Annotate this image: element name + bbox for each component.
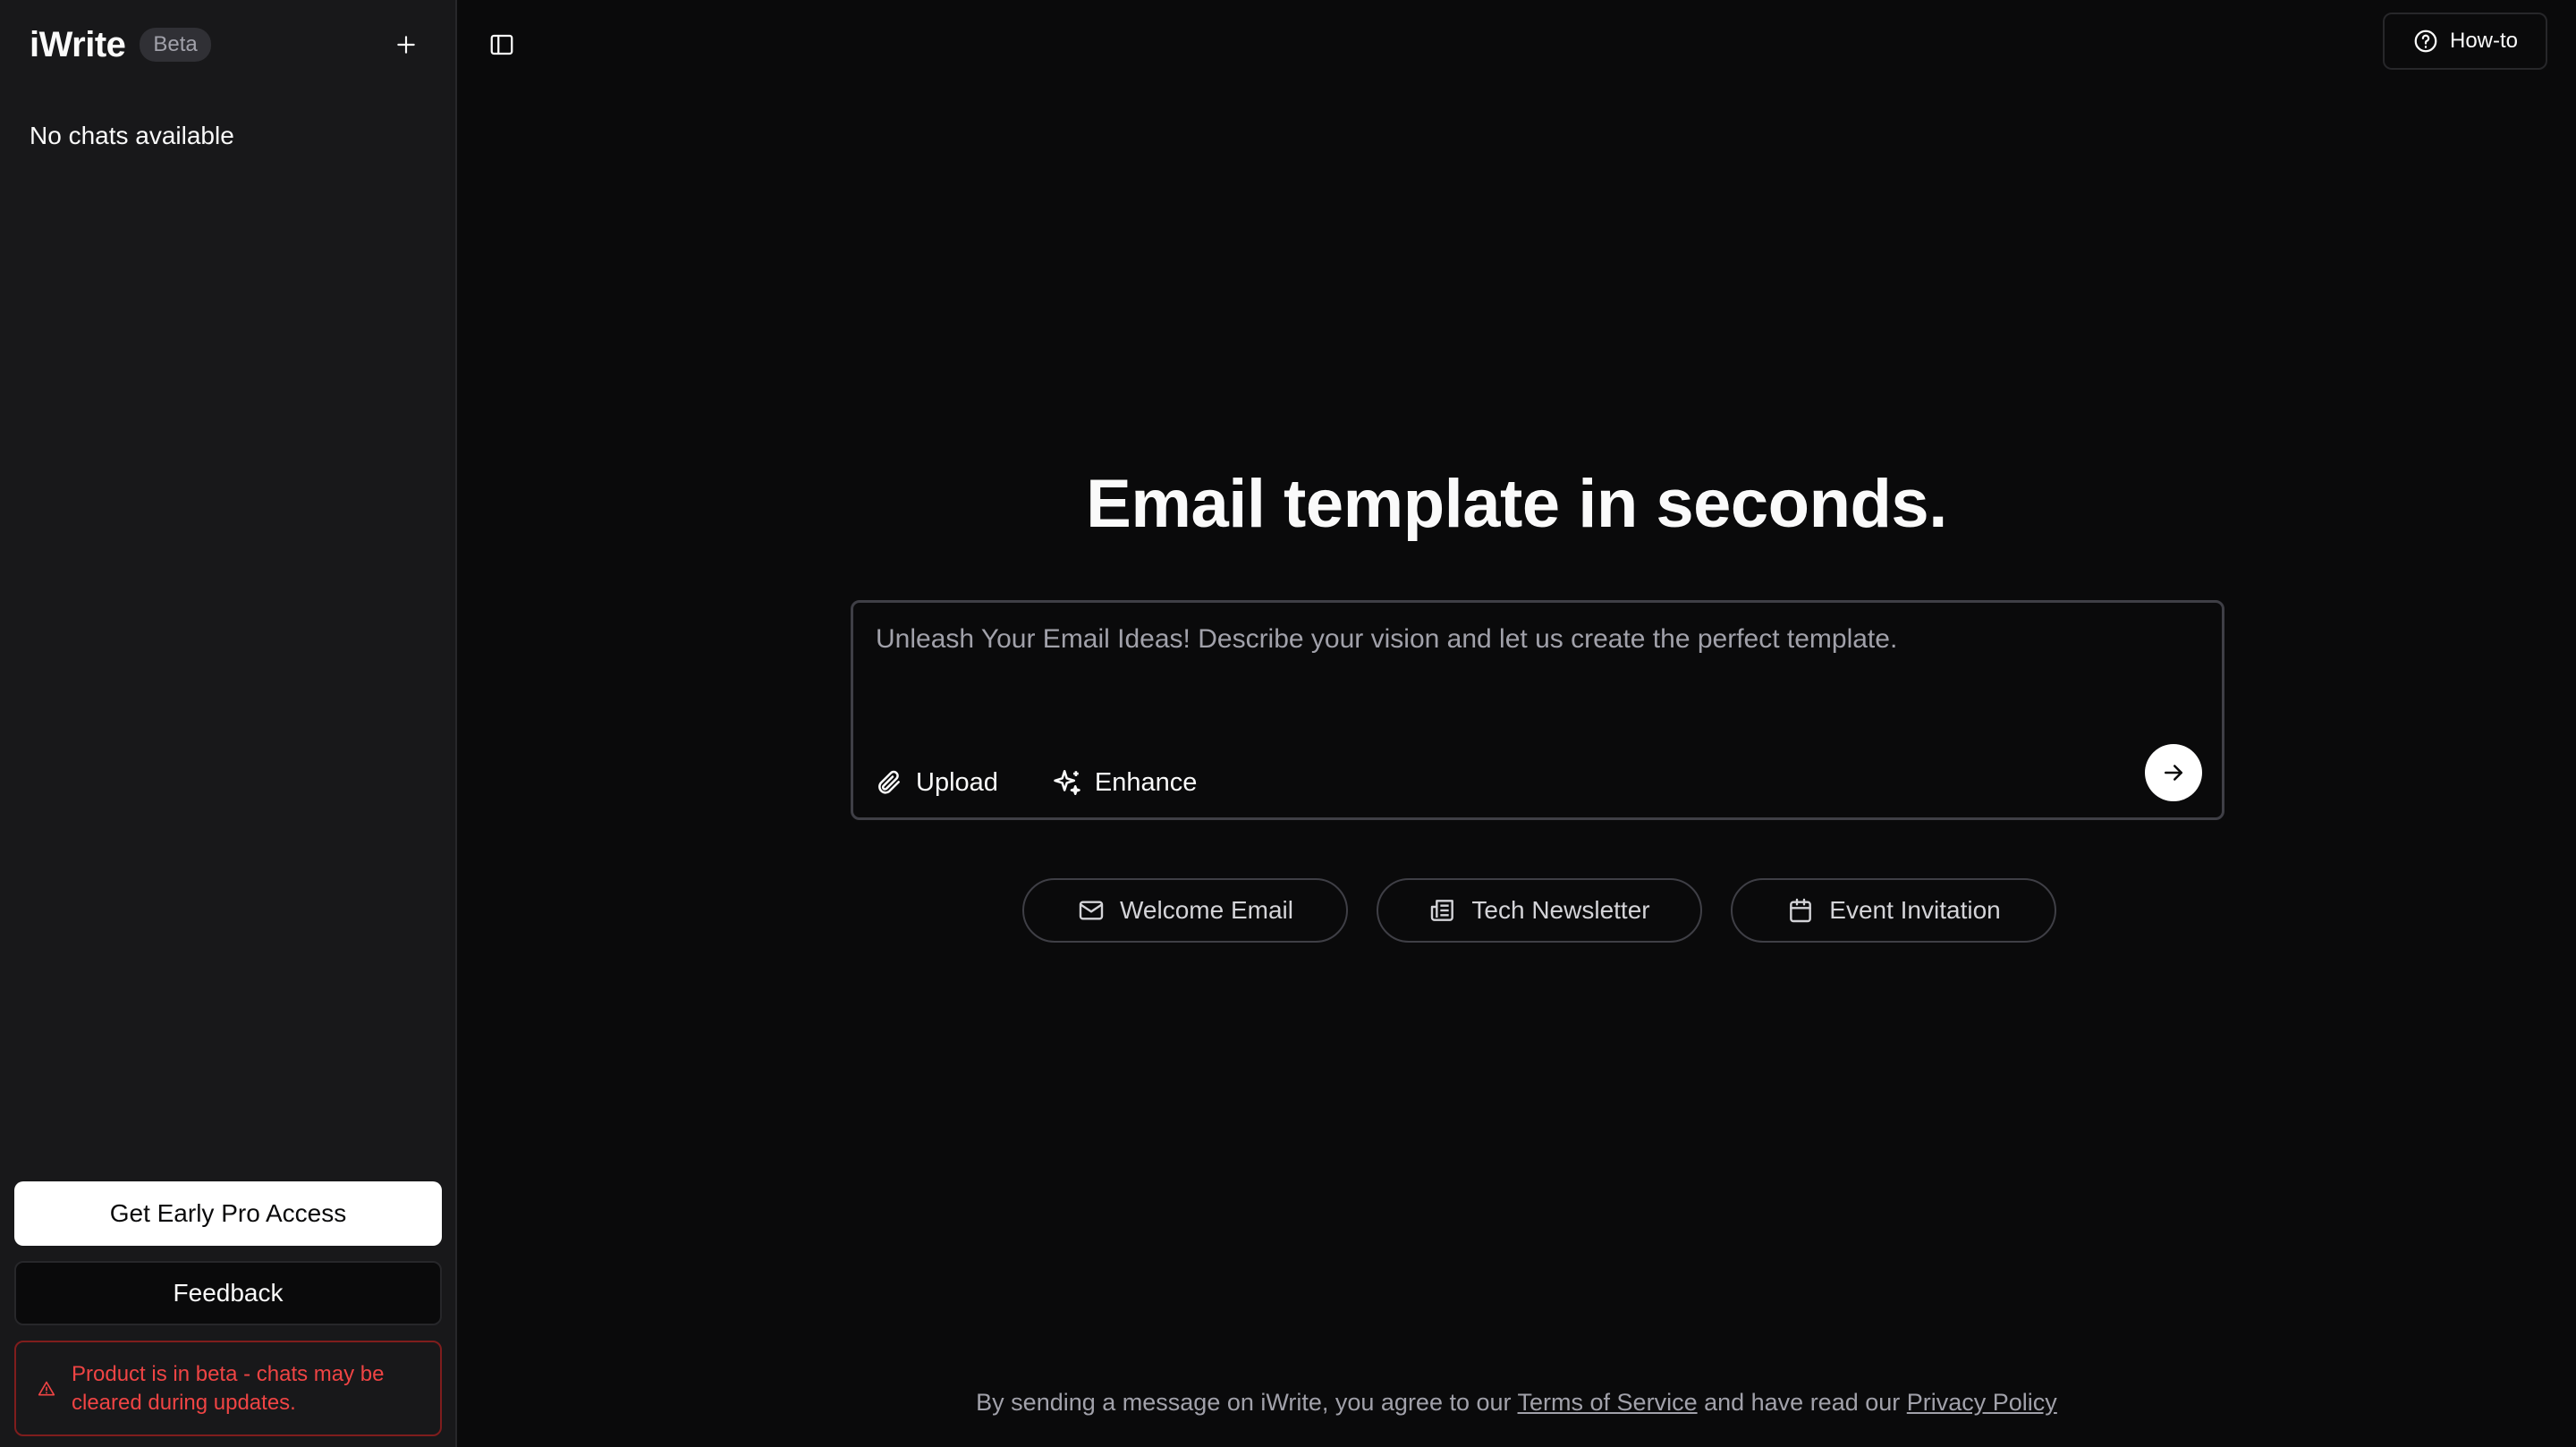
get-pro-access-button[interactable]: Get Early Pro Access xyxy=(14,1181,442,1246)
suggestion-tech-newsletter[interactable]: Tech Newsletter xyxy=(1377,878,1702,943)
how-to-label: How-to xyxy=(2449,29,2519,53)
suggestion-welcome-email[interactable]: Welcome Email xyxy=(1022,878,1348,943)
beta-warning-line-1: Product is in beta - chats may be xyxy=(72,1361,385,1386)
privacy-policy-link[interactable]: Privacy Policy xyxy=(1907,1389,2057,1416)
terms-of-service-link[interactable]: Terms of Service xyxy=(1518,1389,1698,1416)
sidebar: iWrite Beta No chats available Get Early… xyxy=(0,0,457,1447)
how-to-button[interactable]: How-to xyxy=(2383,13,2547,70)
paperclip-icon xyxy=(878,770,900,794)
beta-warning-line-2: cleared during updates. xyxy=(72,1390,296,1415)
beta-badge: Beta xyxy=(140,28,211,62)
prompt-composer: Upload Enhance xyxy=(851,600,2224,820)
terms-text-middle: and have read our xyxy=(1697,1389,1907,1416)
sparkles-icon xyxy=(1054,769,1080,796)
terms-text-before: By sending a message on iWrite, you agre… xyxy=(976,1389,1518,1416)
main-content: How-to Email template in seconds. Upload xyxy=(457,0,2576,1447)
brand-logo: iWrite xyxy=(30,24,126,64)
empty-chats-message: No chats available xyxy=(30,122,234,149)
newspaper-icon xyxy=(1431,900,1454,921)
arrow-right-icon xyxy=(2165,765,2182,781)
send-button[interactable] xyxy=(2145,744,2202,801)
sidebar-panel-icon xyxy=(490,34,513,55)
suggestion-label: Welcome Email xyxy=(1120,896,1293,924)
upload-button[interactable]: Upload xyxy=(875,767,998,798)
app-root: iWrite Beta No chats available Get Early… xyxy=(0,0,2576,1447)
calendar-icon xyxy=(1790,898,1812,923)
suggestion-label: Tech Newsletter xyxy=(1471,896,1650,924)
help-circle-icon xyxy=(2414,30,2437,53)
enhance-label: Enhance xyxy=(1094,767,1198,797)
composer-toolbar: Upload Enhance xyxy=(875,767,1197,798)
suggestion-chips: Welcome Email Tech Newsletter Event Invi… xyxy=(1022,878,2056,943)
suggestion-event-invitation[interactable]: Event Invitation xyxy=(1731,878,2056,943)
terms-notice: By sending a message on iWrite, you agre… xyxy=(457,1389,2576,1417)
plus-icon xyxy=(397,36,415,54)
sidebar-header: iWrite Beta xyxy=(30,23,426,66)
page-title: Email template in seconds. xyxy=(1086,466,1947,542)
beta-warning-banner: Product is in beta - chats may be cleare… xyxy=(14,1341,442,1436)
toggle-sidebar-button[interactable] xyxy=(484,27,520,63)
suggestion-label: Event Invitation xyxy=(1829,896,2001,924)
upload-label: Upload xyxy=(916,767,998,797)
mail-icon xyxy=(1079,901,1104,920)
prompt-input[interactable] xyxy=(876,624,2199,655)
enhance-button[interactable]: Enhance xyxy=(1052,767,1198,798)
feedback-button[interactable]: Feedback xyxy=(14,1261,442,1325)
sidebar-footer: Get Early Pro Access Feedback Product is… xyxy=(14,1181,442,1436)
warning-triangle-icon xyxy=(38,1381,55,1395)
beta-warning-text: Product is in beta - chats may be cleare… xyxy=(72,1360,385,1417)
new-chat-button[interactable] xyxy=(386,25,426,64)
